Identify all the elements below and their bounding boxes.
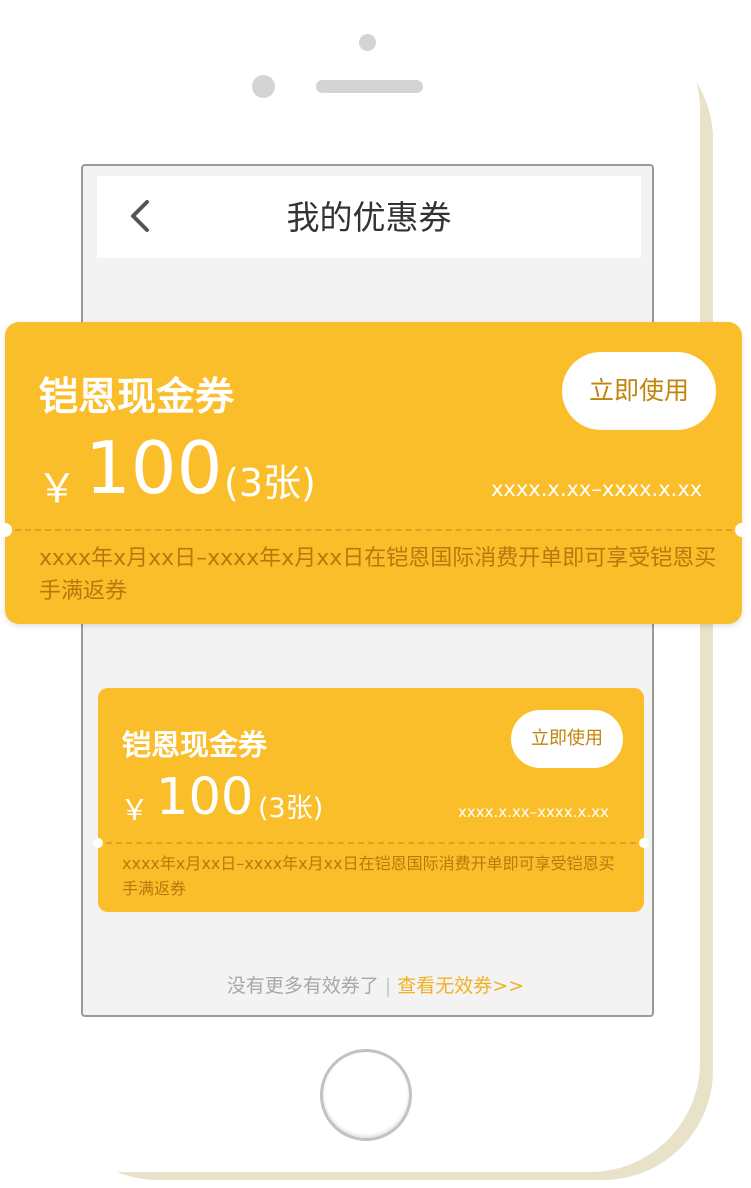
dashed-divider: [15, 529, 732, 531]
home-button[interactable]: [320, 1049, 412, 1141]
sensor-icon: [252, 75, 275, 98]
coupon-validity: xxxx.x.xx–xxxx.x.xx: [491, 477, 703, 501]
coupon-title: 铠恩现金券: [39, 375, 235, 420]
coupon-count: (3张): [258, 793, 324, 824]
camera-icon: [359, 34, 376, 51]
speaker-grille: [316, 80, 423, 93]
use-now-button[interactable]: 立即使用: [511, 710, 623, 768]
no-more-text: 没有更多有效券了: [226, 975, 379, 997]
coupon-description: xxxx年x月xx日–xxxx年x月xx日在铠恩国际消费开单即可享受铠恩买手满返…: [39, 546, 717, 604]
currency-symbol: ￥: [120, 793, 150, 827]
coupon-card-featured: 铠恩现金券 立即使用 ￥ 100 (3张) xxxx.x.xx–xxxx.x.x…: [0, 322, 749, 624]
list-footer: 没有更多有效券了 | 查看无效券>>: [0, 971, 751, 998]
ticket-notch-left: [0, 523, 12, 537]
dashed-divider: [106, 842, 636, 844]
coupon-count: (3张): [224, 461, 316, 505]
ticket-notch-right: [639, 838, 649, 848]
coupon-description: xxxx年x月xx日–xxxx年x月xx日在铠恩国际消费开单即可享受铠恩买手满返…: [122, 854, 615, 898]
page-title: 我的优惠券: [286, 198, 452, 237]
ticket-notch-left: [93, 838, 103, 848]
coupon-card: 铠恩现金券 立即使用 ￥ 100 (3张) xxxx.x.xx–xxxx.x.x…: [93, 688, 649, 912]
coupon-title: 铠恩现金券: [122, 728, 268, 762]
view-invalid-coupons-link[interactable]: 查看无效券>>: [397, 975, 524, 997]
coupon-validity: xxxx.x.xx–xxxx.x.xx: [458, 803, 609, 821]
footer-separator: |: [384, 975, 392, 997]
coupon-amount: 100: [85, 426, 223, 510]
ticket-notch-right: [735, 523, 749, 537]
use-now-button[interactable]: 立即使用: [562, 352, 716, 430]
currency-symbol: ￥: [37, 466, 77, 512]
coupon-amount: 100: [156, 768, 254, 827]
nav-bar: 我的优惠券: [97, 176, 641, 258]
